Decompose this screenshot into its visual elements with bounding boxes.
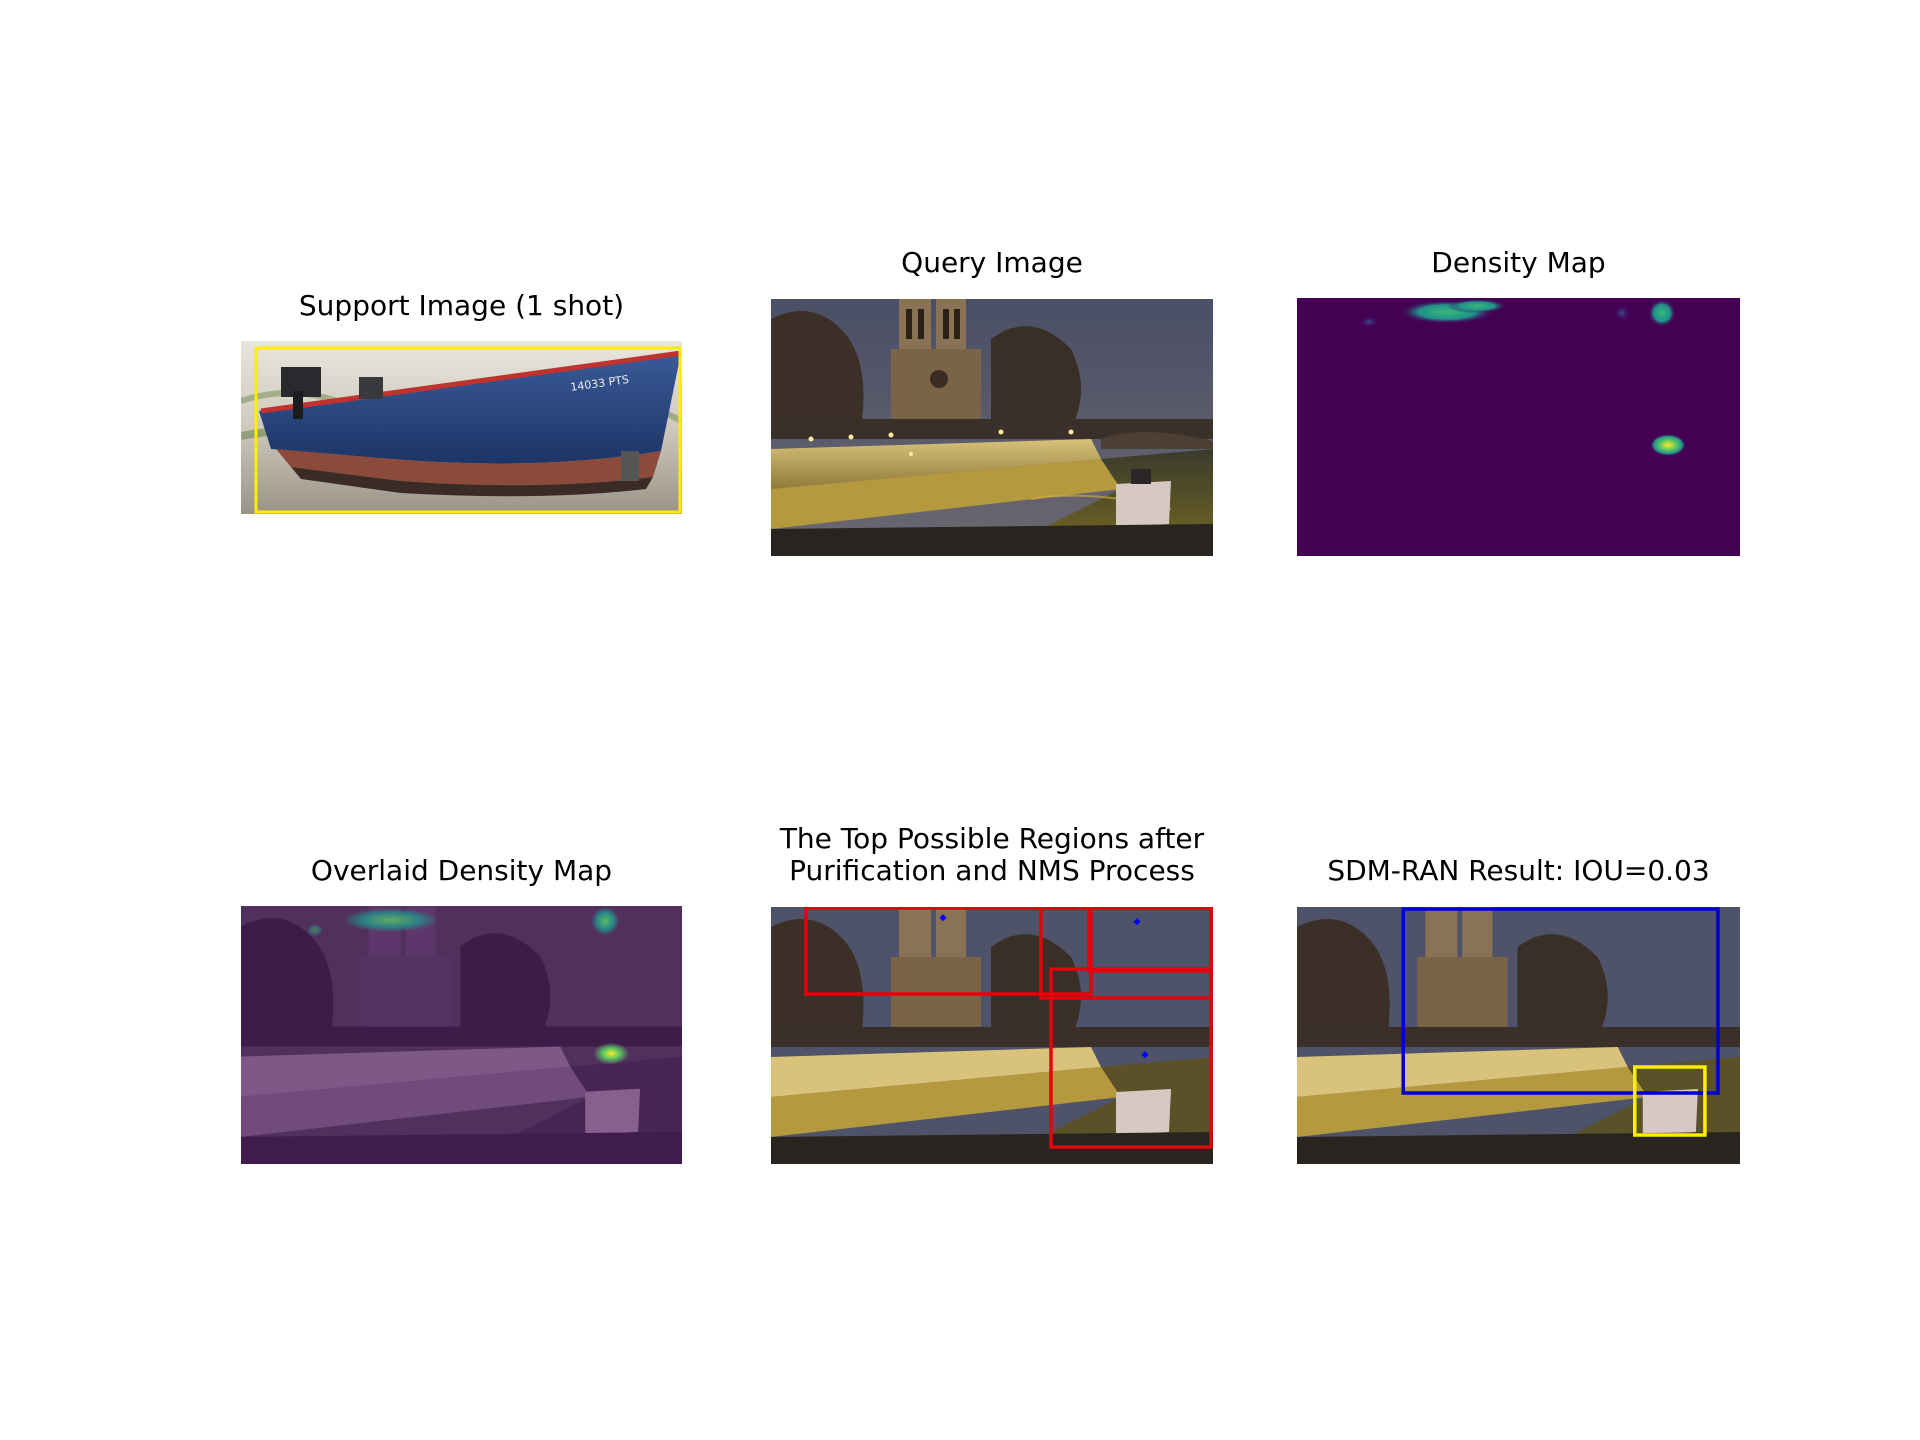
- density-map: [1297, 298, 1740, 556]
- panel-density-map: Density Map: [1297, 247, 1740, 557]
- result-image: [1297, 907, 1740, 1164]
- panel-query-image: Query Image: [771, 247, 1213, 557]
- overlaid-density-map: [241, 906, 682, 1164]
- panel-support-image: Support Image (1 shot) 14033 PTS: [241, 290, 682, 515]
- panel-sdm-ran-result: SDM-RAN Result: IOU=0.03: [1297, 855, 1740, 1165]
- panel-overlaid-density-map: Overlaid Density Map: [241, 855, 682, 1165]
- panel-title: Density Map: [1431, 246, 1606, 279]
- query-scene-copy: [771, 907, 1213, 1164]
- panel-title: Overlaid Density Map: [310, 854, 613, 887]
- query-image: [771, 299, 1213, 556]
- panel-title: SDM-RAN Result: IOU=0.03: [1327, 854, 1710, 887]
- panel-title: Query Image: [901, 246, 1083, 279]
- top-regions-image: [771, 907, 1213, 1164]
- support-image: 14033 PTS: [241, 341, 682, 514]
- panel-title: Support Image (1 shot): [298, 289, 625, 322]
- panel-title: The Top Possible Regions after Purificat…: [779, 822, 1205, 887]
- panel-top-regions: The Top Possible Regions after Purificat…: [771, 823, 1213, 1164]
